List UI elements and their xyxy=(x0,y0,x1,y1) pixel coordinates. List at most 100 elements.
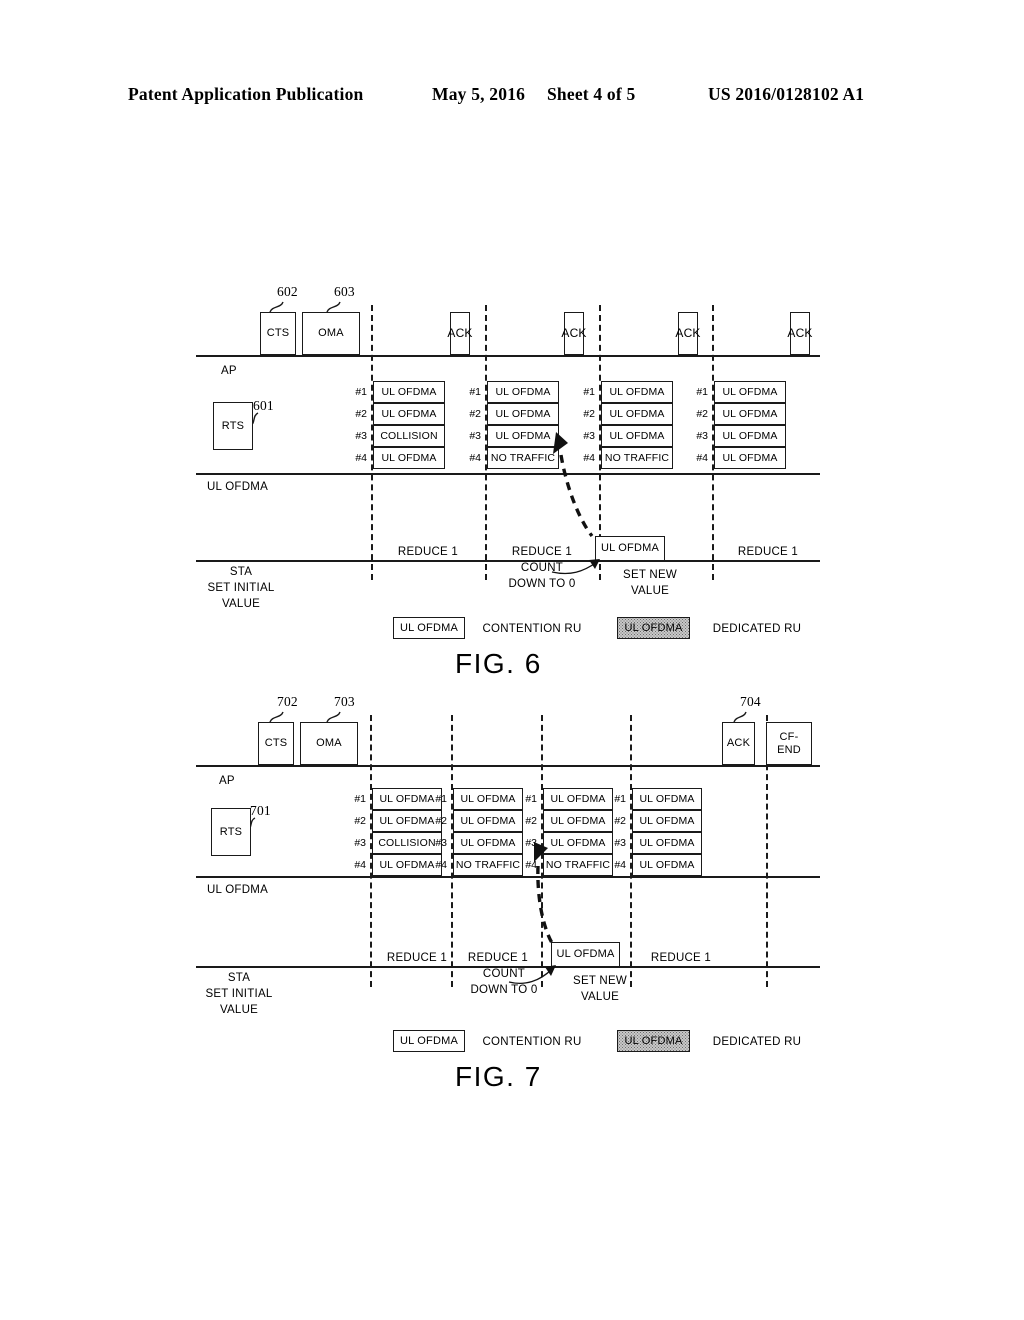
fig7-cf-end-block: CF- END xyxy=(766,722,812,765)
fig6-reduce-3: REDUCE 1 xyxy=(737,546,799,558)
fig7-oma-label: OMA xyxy=(316,737,342,750)
fig6-ru-cell-label-g4-r3: UL OFDMA xyxy=(722,430,778,442)
fig6-ack-block-4: ACK xyxy=(787,312,812,355)
fig7-ap-label: AP xyxy=(219,775,235,787)
fig6-ref-603: 603 xyxy=(334,284,355,299)
fig6-ru-cell-g1-r2: UL OFDMA xyxy=(373,403,445,425)
fig6-ulofdma-axis-label: UL OFDMA xyxy=(207,481,268,493)
fig7-ru-cell-g4-r2: UL OFDMA xyxy=(632,810,702,832)
fig7-ru-cell-g2-r3: UL OFDMA xyxy=(453,832,523,854)
fig6-ru-cell-g2-r3: UL OFDMA xyxy=(487,425,559,447)
fig6-ru-index-1-2: #2 xyxy=(355,408,367,420)
fig7-ru-cell-g3-r1: UL OFDMA xyxy=(543,788,613,810)
header-publication: Patent Application Publication xyxy=(128,84,364,104)
fig7-reduce-2: REDUCE 1 xyxy=(467,952,529,964)
fig7-ru-cell-label-g1-r1: UL OFDMA xyxy=(379,793,435,805)
fig6-ru-cell-g2-r4: NO TRAFFIC xyxy=(487,447,559,469)
fig6-ru-cell-label-g3-r1: UL OFDMA xyxy=(609,386,665,398)
fig7-ru-index-3-2: #2 xyxy=(525,815,537,827)
fig7-rts-block: RTS xyxy=(211,808,251,856)
fig6-ack-block-2: ACK xyxy=(561,312,586,355)
fig7-ru-cell-label-g4-r2: UL OFDMA xyxy=(639,815,695,827)
fig7-ru-index-2-2: #2 xyxy=(435,815,447,827)
fig6-set-new-value-label: SET NEW VALUE xyxy=(623,569,677,597)
fig7-ru-cell-g4-r3: UL OFDMA xyxy=(632,832,702,854)
fig6-rts-label: RTS xyxy=(221,419,245,432)
fig7-ru-index-1-4: #4 xyxy=(354,859,366,871)
fig6-ru-cell-g4-r1: UL OFDMA xyxy=(714,381,786,403)
fig6-ru-index-2-3: #3 xyxy=(469,430,481,442)
fig6-ru-cell-g3-r4: NO TRAFFIC xyxy=(601,447,673,469)
fig7-ulofdma-axis-label: UL OFDMA xyxy=(207,884,268,896)
fig7-cf-end-label: CF- END xyxy=(777,731,801,756)
fig6-ack-block-3: ACK xyxy=(675,312,700,355)
fig7-ru-cell-g3-r3: UL OFDMA xyxy=(543,832,613,854)
fig6-ru-cell-label-g3-r3: UL OFDMA xyxy=(609,430,665,442)
fig6-legend-contention-swatch-label: UL OFDMA xyxy=(399,621,459,634)
fig6-ru-cell-g4-r3: UL OFDMA xyxy=(714,425,786,447)
fig6-ap-label: AP xyxy=(221,365,237,377)
fig6-ru-index-3-3: #3 xyxy=(583,430,595,442)
fig6-ru-cell-g2-r2: UL OFDMA xyxy=(487,403,559,425)
fig6-ru-index-4-4: #4 xyxy=(696,452,708,464)
fig7-set-new-value-label: SET NEW VALUE xyxy=(573,975,627,1003)
fig7-ref-702: 702 xyxy=(277,694,298,709)
fig7-ru-cell-label-g4-r3: UL OFDMA xyxy=(639,837,695,849)
fig6-ref-601: 601 xyxy=(253,398,274,413)
fig7-legend-contention-text: CONTENTION RU xyxy=(482,1036,582,1048)
fig6-ru-cell-label-g2-r3: UL OFDMA xyxy=(495,430,551,442)
fig7-ru-cell-label-g3-r1: UL OFDMA xyxy=(550,793,606,805)
fig7-ru-cell-g4-r1: UL OFDMA xyxy=(632,788,702,810)
fig6-ru-index-2-4: #4 xyxy=(469,452,481,464)
fig7-ru-cell-g3-r2: UL OFDMA xyxy=(543,810,613,832)
fig6-ru-index-1-1: #1 xyxy=(355,386,367,398)
header-patent-number: US 2016/0128102 A1 xyxy=(708,84,865,104)
fig7-ru-cell-label-g1-r3: COLLISION xyxy=(378,837,436,849)
fig7-ru-index-1-2: #2 xyxy=(354,815,366,827)
fig6-ref-602: 602 xyxy=(277,284,298,299)
fig7-ru-cell-label-g4-r1: UL OFDMA xyxy=(639,793,695,805)
fig7-legend-dedicated-swatch-label: UL OFDMA xyxy=(624,1034,683,1047)
fig7-ack-label: ACK xyxy=(726,737,751,750)
fig7-ru-index-4-1: #1 xyxy=(614,793,626,805)
fig7-oma-block: OMA xyxy=(300,722,358,765)
header-sheet: Sheet 4 of 5 xyxy=(547,84,636,104)
fig7-ref-703: 703 xyxy=(334,694,355,709)
fig6-ru-index-3-2: #2 xyxy=(583,408,595,420)
fig7-cts-label: CTS xyxy=(264,737,288,750)
fig7-ru-cell-g2-r4: NO TRAFFIC xyxy=(453,854,523,876)
fig6-ulofdma-baseline xyxy=(196,473,820,475)
fig6-ru-cell-label-g4-r1: UL OFDMA xyxy=(722,386,778,398)
fig6-new-value-ul-ofdma-label: UL OFDMA xyxy=(600,542,660,555)
fig6-ru-cell-label-g1-r2: UL OFDMA xyxy=(381,408,437,420)
header-date: May 5, 2016 xyxy=(432,84,526,104)
fig6-ru-index-2-1: #1 xyxy=(469,386,481,398)
fig6-ru-cell-label-g4-r2: UL OFDMA xyxy=(722,408,778,420)
fig7-ap-baseline xyxy=(196,765,820,767)
fig6-oma-label: OMA xyxy=(318,327,344,340)
fig7-reduce-3: REDUCE 1 xyxy=(650,952,712,964)
fig7-ru-cell-label-g3-r4: NO TRAFFIC xyxy=(545,859,611,871)
fig6-ack-label-1: ACK xyxy=(447,326,473,341)
fig6-ru-cell-g1-r4: UL OFDMA xyxy=(373,447,445,469)
fig6-ru-cell-label-g1-r3: COLLISION xyxy=(380,430,438,442)
fig7-ru-index-3-3: #3 xyxy=(525,837,537,849)
fig7-ref-704: 704 xyxy=(740,694,761,709)
fig6-ru-cell-g3-r2: UL OFDMA xyxy=(601,403,673,425)
fig6-ack-block-1: ACK xyxy=(447,312,473,355)
fig7-ulofdma-baseline xyxy=(196,876,820,878)
fig7-new-value-ul-ofdma-block: UL OFDMA xyxy=(551,942,620,967)
fig7-sta-label: STA xyxy=(227,972,251,984)
fig6-ru-index-4-1: #1 xyxy=(696,386,708,398)
fig7-ru-cell-label-g3-r2: UL OFDMA xyxy=(550,815,606,827)
fig6-sta-label: STA xyxy=(229,566,253,578)
fig6-ru-cell-g3-r3: UL OFDMA xyxy=(601,425,673,447)
fig6-ru-index-1-4: #4 xyxy=(355,452,367,464)
fig7-reduce-1: REDUCE 1 xyxy=(386,952,448,964)
fig7-ru-cell-label-g3-r3: UL OFDMA xyxy=(550,837,606,849)
fig7-ru-index-3-4: #4 xyxy=(525,859,537,871)
fig6-ru-index-3-1: #1 xyxy=(583,386,595,398)
fig6-cts-label: CTS xyxy=(266,327,290,340)
fig7-ru-index-1-3: #3 xyxy=(354,837,366,849)
fig6-ru-cell-g1-r1: UL OFDMA xyxy=(373,381,445,403)
